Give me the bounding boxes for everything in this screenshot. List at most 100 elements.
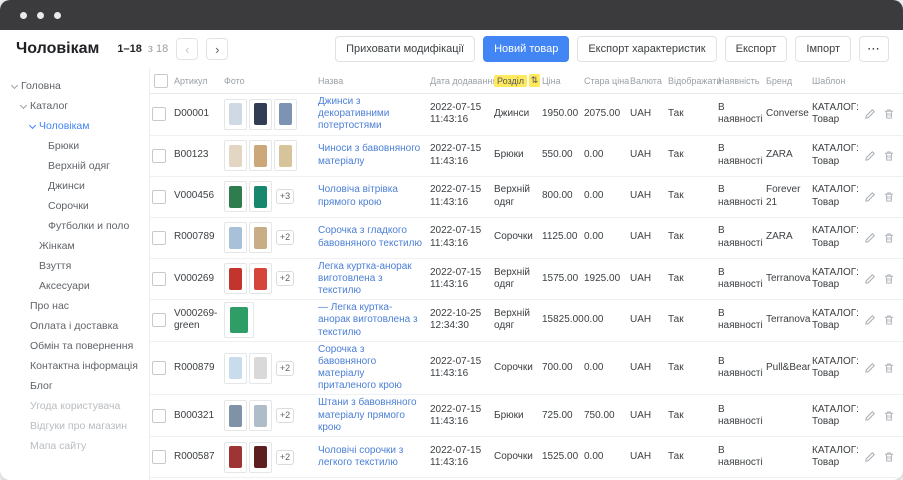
row-checkbox[interactable] [152,190,166,204]
select-all-checkbox[interactable] [154,74,168,88]
more-photos-badge[interactable]: +2 [276,450,294,465]
next-page-button[interactable]: › [206,38,228,60]
product-name-link[interactable]: Сорочка з гладкого бавовняного текстилю [318,225,422,248]
more-photos-badge[interactable]: +2 [276,408,294,423]
row-checkbox[interactable] [152,450,166,464]
product-name-link[interactable]: Чоловічі сорочки з легкого текстилю [318,445,403,468]
product-photo[interactable] [249,442,272,473]
delete-icon[interactable] [883,410,895,422]
product-photo[interactable] [249,353,272,384]
sidebar-item[interactable]: Мапа сайту [4,436,145,456]
sidebar-item[interactable]: Головна [4,76,145,96]
edit-icon[interactable] [864,273,876,285]
more-photos-badge[interactable]: +2 [276,230,294,245]
sidebar-item[interactable]: Оплата і доставка [4,316,145,336]
product-photo[interactable] [224,181,247,212]
hide-modifications-button[interactable]: Приховати модифікації [335,36,475,62]
column-header-photo[interactable]: Фото [224,76,318,86]
product-photo[interactable] [274,99,297,130]
column-header-name[interactable]: Назва [318,76,430,86]
delete-icon[interactable] [883,451,895,463]
edit-icon[interactable] [864,451,876,463]
more-photos-badge[interactable]: +2 [276,271,294,286]
product-name-link[interactable]: Джинси з декоративними потертостями [318,96,389,131]
column-header-price[interactable]: Ціна [542,76,584,86]
sort-icon[interactable]: ⇅ [529,74,540,87]
column-header-brand[interactable]: Бренд [766,76,812,86]
window-control-dot[interactable] [20,12,27,19]
more-button[interactable]: ⋯ [859,36,889,62]
row-checkbox[interactable] [152,361,166,375]
product-photo[interactable] [224,222,247,253]
edit-icon[interactable] [864,150,876,162]
column-header-show[interactable]: Відображати [668,76,718,86]
sidebar-item[interactable]: Джинси [4,176,145,196]
column-header-section[interactable]: Розділ⇅ [494,74,542,87]
sidebar-item[interactable]: Верхній одяг [4,156,145,176]
product-name-link[interactable]: Чоловіча вітрівка прямого крою [318,184,398,207]
more-photos-badge[interactable]: +3 [276,189,294,204]
row-checkbox[interactable] [152,231,166,245]
sidebar-item[interactable]: Жінкам [4,236,145,256]
product-photo[interactable] [224,263,247,294]
export-button[interactable]: Експорт [725,36,788,62]
sidebar-item[interactable]: Контактна інформація [4,356,145,376]
sidebar-item[interactable]: Каталог [4,96,145,116]
edit-icon[interactable] [864,410,876,422]
window-control-dot[interactable] [54,12,61,19]
row-checkbox[interactable] [152,272,166,286]
sidebar-item[interactable]: Чоловікам [4,116,145,136]
export-characteristics-button[interactable]: Експорт характеристик [577,36,716,62]
sidebar-item[interactable]: Про нас [4,296,145,316]
product-name-link[interactable]: Штани з бавовняного матеріалу прямого кр… [318,397,417,432]
product-photo[interactable] [249,400,272,431]
sidebar-item[interactable]: Відгуки про магазин [4,416,145,436]
column-header-stock[interactable]: Наявність [718,76,766,86]
product-name-link[interactable]: Легка куртка-анорак виготовлена з тексти… [318,261,412,296]
row-checkbox[interactable] [152,149,166,163]
column-header-old_price[interactable]: Стара ціна [584,76,630,86]
edit-icon[interactable] [864,232,876,244]
delete-icon[interactable] [883,273,895,285]
product-photo[interactable] [224,353,247,384]
column-header-currency[interactable]: Валюта [630,76,668,86]
product-name-link[interactable]: Чиноси з бавовняного матеріалу [318,143,420,166]
sidebar-item[interactable]: Взуття [4,256,145,276]
product-photo[interactable] [224,442,247,473]
delete-icon[interactable] [883,191,895,203]
product-photo[interactable] [224,99,247,130]
edit-icon[interactable] [864,314,876,326]
product-photo[interactable] [249,263,272,294]
sidebar-item[interactable]: Футболки и поло [4,216,145,236]
sidebar-item[interactable]: Брюки [4,136,145,156]
product-photo[interactable] [224,140,247,171]
product-photo[interactable] [224,400,247,431]
delete-icon[interactable] [883,314,895,326]
edit-icon[interactable] [864,362,876,374]
prev-page-button[interactable]: ‹ [176,38,198,60]
row-checkbox[interactable] [152,313,166,327]
product-photo[interactable] [249,222,272,253]
sidebar-item[interactable]: Блог [4,376,145,396]
row-checkbox[interactable] [152,409,166,423]
window-control-dot[interactable] [37,12,44,19]
sidebar-item[interactable]: Аксесуари [4,276,145,296]
product-photo[interactable] [249,99,272,130]
column-header-template[interactable]: Шаблон [812,76,862,86]
sidebar-item[interactable]: Сорочки [4,196,145,216]
product-photo[interactable] [224,302,254,338]
product-name-link[interactable]: Сорочка з бавовняного матеріалу притален… [318,344,402,392]
product-photo[interactable] [249,181,272,212]
new-product-button[interactable]: Новий товар [483,36,569,62]
edit-icon[interactable] [864,191,876,203]
product-name-link[interactable]: — Легка куртка-анорак виготовлена з текс… [318,302,418,337]
product-photo[interactable] [249,140,272,171]
delete-icon[interactable] [883,362,895,374]
column-header-date[interactable]: Дата додавання [430,76,494,86]
delete-icon[interactable] [883,150,895,162]
edit-icon[interactable] [864,108,876,120]
import-button[interactable]: Імпорт [795,36,851,62]
sidebar-item[interactable]: Угода користувача [4,396,145,416]
product-photo[interactable] [274,140,297,171]
column-header-sku[interactable]: Артикул [174,76,224,86]
